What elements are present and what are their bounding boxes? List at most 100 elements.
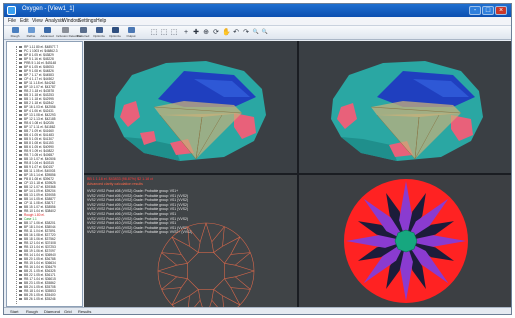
tree-item-checkbox[interactable] <box>19 173 22 177</box>
tree-item-checkbox[interactable] <box>19 141 22 145</box>
tree-item-checkbox[interactable] <box>19 237 22 241</box>
tree-item-checkbox[interactable] <box>19 81 22 85</box>
tree-item-checkbox[interactable] <box>19 69 22 73</box>
tab-start[interactable]: Start <box>10 309 18 314</box>
viewport-inclusions[interactable]: BB 1 1.18 el. $43833 (98.87%) $2 1.18 ct… <box>84 175 297 307</box>
tree-item-checkbox[interactable] <box>19 149 22 153</box>
optimize-button[interactable]: Optimize <box>92 27 106 39</box>
tree-item-checkbox[interactable] <box>19 45 22 49</box>
tree-item-checkbox[interactable] <box>19 297 22 301</box>
tree-item-checkbox[interactable] <box>19 269 22 273</box>
menu-settings[interactable]: Settings <box>78 18 96 24</box>
rough-button[interactable]: Rough <box>8 27 22 39</box>
menu-view[interactable]: View <box>32 18 43 24</box>
optimize-button-2[interactable]: Optimize <box>108 27 122 39</box>
tree-item-checkbox[interactable] <box>19 121 22 125</box>
view-quad-icon[interactable]: ⬚ <box>170 28 178 37</box>
tree-item-checkbox[interactable] <box>19 285 22 289</box>
zoom-in-icon[interactable]: 🔍 <box>252 28 260 37</box>
tree-item-checkbox[interactable] <box>19 209 22 213</box>
tree-item-checkbox[interactable] <box>19 101 22 105</box>
tree-item-checkbox[interactable] <box>19 265 22 269</box>
inclusion-detection-button[interactable]: Inclusion Detection <box>56 27 81 39</box>
solutions-tree[interactable]: RP 1.11 80 el. $48577.7 PC 1 1003 el. $46… <box>6 41 83 307</box>
view-single-icon[interactable]: ⬚ <box>150 28 158 37</box>
menu-analysis[interactable]: Analysis <box>45 18 64 24</box>
tree-item-checkbox[interactable] <box>19 153 22 157</box>
menu-help[interactable]: Help <box>96 18 106 24</box>
tree-item-checkbox[interactable] <box>19 129 22 133</box>
zoom-out-icon[interactable]: 🔍 <box>261 28 269 37</box>
close-button[interactable]: × <box>495 6 507 15</box>
minimize-button[interactable]: - <box>469 6 481 15</box>
tree-item-checkbox[interactable] <box>19 117 22 121</box>
tree-item-checkbox[interactable] <box>19 221 22 225</box>
tree-item-checkbox[interactable] <box>19 109 22 113</box>
tree-item-checkbox[interactable] <box>19 169 22 173</box>
viewport-3d-left[interactable] <box>84 41 297 173</box>
tab-results[interactable]: Results <box>78 309 91 314</box>
tree-item-checkbox[interactable] <box>19 245 22 249</box>
tree-item-checkbox[interactable] <box>19 165 22 169</box>
tree-item-checkbox[interactable] <box>19 249 22 253</box>
tree-item[interactable]: BB 26 1.05 el. $35246 <box>7 297 82 301</box>
view-split-icon[interactable]: ⬚ <box>160 28 168 37</box>
refine-button[interactable]: Refine <box>24 27 38 39</box>
tree-item-checkbox[interactable] <box>19 137 22 141</box>
tab-grid[interactable]: Grid <box>64 309 72 314</box>
tab-rough[interactable]: Rough <box>26 309 38 314</box>
tree-item-checkbox[interactable] <box>19 277 22 281</box>
tree-item-checkbox[interactable] <box>19 85 22 89</box>
tree-item-checkbox[interactable] <box>19 197 22 201</box>
tree-item-checkbox[interactable] <box>19 161 22 165</box>
tree-item-checkbox[interactable] <box>19 261 22 265</box>
maximize-button[interactable]: □ <box>482 6 494 15</box>
tree-item-checkbox[interactable] <box>19 97 22 101</box>
tree-item-checkbox[interactable] <box>19 205 22 209</box>
advanced-button[interactable]: Advanced <box>40 27 54 39</box>
tree-item-checkbox[interactable] <box>19 189 22 193</box>
tree-item-checkbox[interactable] <box>19 105 22 109</box>
tree-item-checkbox[interactable] <box>19 73 22 77</box>
tree-item-checkbox[interactable] <box>19 289 22 293</box>
tree-item-checkbox[interactable] <box>19 253 22 257</box>
viewport-optical-symmetry[interactable] <box>299 175 511 307</box>
add-icon[interactable]: + <box>182 28 190 37</box>
output-button[interactable]: Output <box>124 27 138 39</box>
tree-item-checkbox[interactable] <box>19 65 22 69</box>
tree-item-checkbox[interactable] <box>19 293 22 297</box>
tree-item-checkbox[interactable] <box>19 225 22 229</box>
tree-item-checkbox[interactable] <box>19 53 22 57</box>
tree-item-checkbox[interactable] <box>19 257 22 261</box>
viewport-3d-right[interactable] <box>299 41 511 173</box>
tree-item-checkbox[interactable] <box>19 157 22 161</box>
tree-item-checkbox[interactable] <box>19 233 22 237</box>
center-icon[interactable]: ⊕ <box>202 28 210 37</box>
tree-item-checkbox[interactable] <box>19 213 22 217</box>
tree-item-checkbox[interactable] <box>19 281 22 285</box>
menu-file[interactable]: File <box>8 18 16 24</box>
pan-icon[interactable]: ✋ <box>222 28 231 37</box>
tree-item-checkbox[interactable] <box>19 241 22 245</box>
tree-item-checkbox[interactable] <box>19 145 22 149</box>
tree-item-checkbox[interactable] <box>19 61 22 65</box>
tree-item-checkbox[interactable] <box>19 113 22 117</box>
move-icon[interactable]: ✚ <box>192 28 200 37</box>
tree-item-checkbox[interactable] <box>19 77 22 81</box>
tree-item-checkbox[interactable] <box>19 181 22 185</box>
tab-diamond[interactable]: Diamond <box>44 309 60 314</box>
tree-item-checkbox[interactable] <box>19 133 22 137</box>
rotate-icon[interactable]: ⟳ <box>212 28 220 37</box>
tree-item-checkbox[interactable] <box>19 177 22 181</box>
menu-edit[interactable]: Edit <box>20 18 29 24</box>
tree-item-checkbox[interactable] <box>19 89 22 93</box>
tree-item-checkbox[interactable] <box>19 93 22 97</box>
redo-icon[interactable]: ↷ <box>242 28 250 37</box>
tree-item-checkbox[interactable] <box>19 57 22 61</box>
tree-item-checkbox[interactable] <box>19 193 22 197</box>
tree-item-checkbox[interactable] <box>19 201 22 205</box>
tree-item-checkbox[interactable] <box>19 273 22 277</box>
tree-item-checkbox[interactable] <box>19 229 22 233</box>
tree-item-checkbox[interactable] <box>19 217 22 221</box>
undo-icon[interactable]: ↶ <box>232 28 240 37</box>
